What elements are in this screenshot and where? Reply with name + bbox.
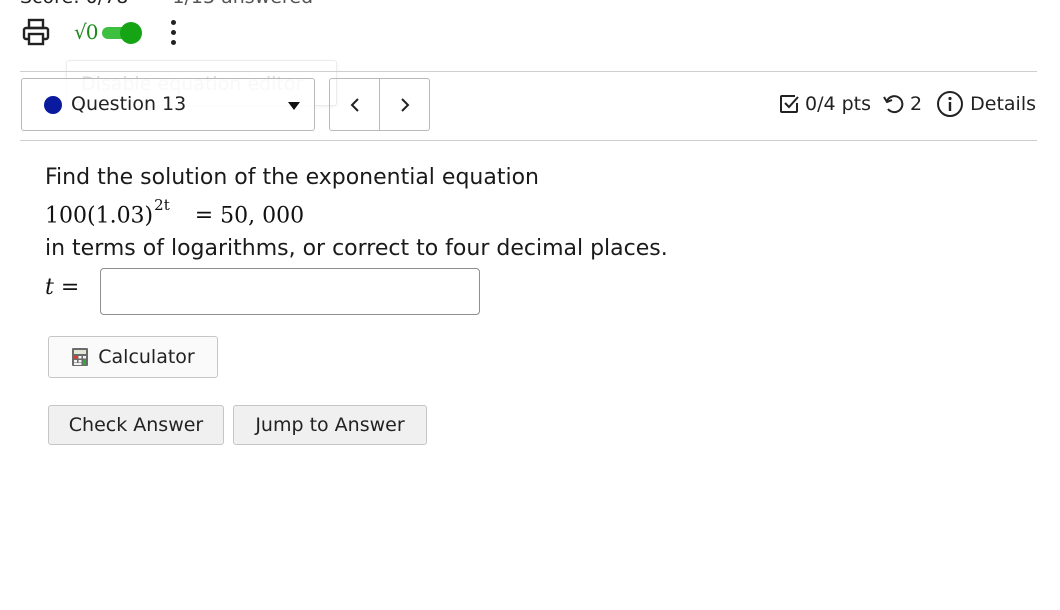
equation-lhs: 100(1.03) [45,203,154,229]
jump-to-answer-button[interactable]: Jump to Answer [233,405,427,445]
calculator-button[interactable]: Calculator [48,336,218,378]
toggle-switch[interactable] [100,22,143,44]
checkbox-icon [780,95,799,113]
answer-variable: t [45,275,54,300]
calculator-icon [71,347,89,367]
points-item: 0/4 pts [778,93,871,115]
caret-down-icon [288,102,300,110]
question-select-label: Question 13 [71,93,187,115]
equation-equals: = [194,203,214,229]
kebab-dot [170,39,176,45]
previous-question-button[interactable] [330,79,380,130]
chevron-right-icon [400,97,409,112]
attempts-item: 2 [881,93,922,115]
score-header: Score: 0/78 1/13 answered [20,0,313,8]
score-text: Score: 0/78 [20,0,128,8]
print-button[interactable] [20,15,52,49]
attempts-count: 2 [910,93,923,115]
question-status-dot [44,96,62,114]
question-select[interactable]: Question 13 [21,78,315,131]
answer-input[interactable] [100,268,480,315]
equation-editor-toggle[interactable]: √0 [74,20,143,44]
printer-icon [22,18,50,46]
equation: 100(1.03)2t = 50, 000 [45,196,305,229]
answer-label: t = [45,275,79,300]
kebab-menu-icon[interactable] [168,16,178,48]
toggle-knob [120,22,143,44]
question-nav [329,78,430,131]
question-text-line2: in terms of logarithms, or correct to fo… [45,236,668,261]
kebab-dot [170,29,176,35]
equation-rhs: 50, 000 [220,203,305,229]
answered-count: 1/13 answered [172,0,313,8]
divider-top [20,71,1037,72]
next-question-button[interactable] [380,79,429,130]
question-text-line1: Find the solution of the exponential equ… [45,165,539,190]
divider-bottom [20,140,1037,141]
info-icon [937,91,964,117]
toolbar: √0 [20,14,178,50]
retry-icon [883,95,904,114]
calculator-label: Calculator [98,346,195,368]
kebab-dot [170,19,176,25]
question-meta: 0/4 pts 2 Details [778,90,1036,118]
details-label: Details [970,93,1036,115]
sqrt-icon: √0 [74,20,98,44]
details-link[interactable]: Details [936,90,1036,118]
points-text: 0/4 pts [805,93,872,115]
answer-equals: = [60,275,80,300]
chevron-left-icon [350,97,359,112]
equation-exponent: 2t [154,196,170,214]
check-answer-button[interactable]: Check Answer [48,405,224,445]
